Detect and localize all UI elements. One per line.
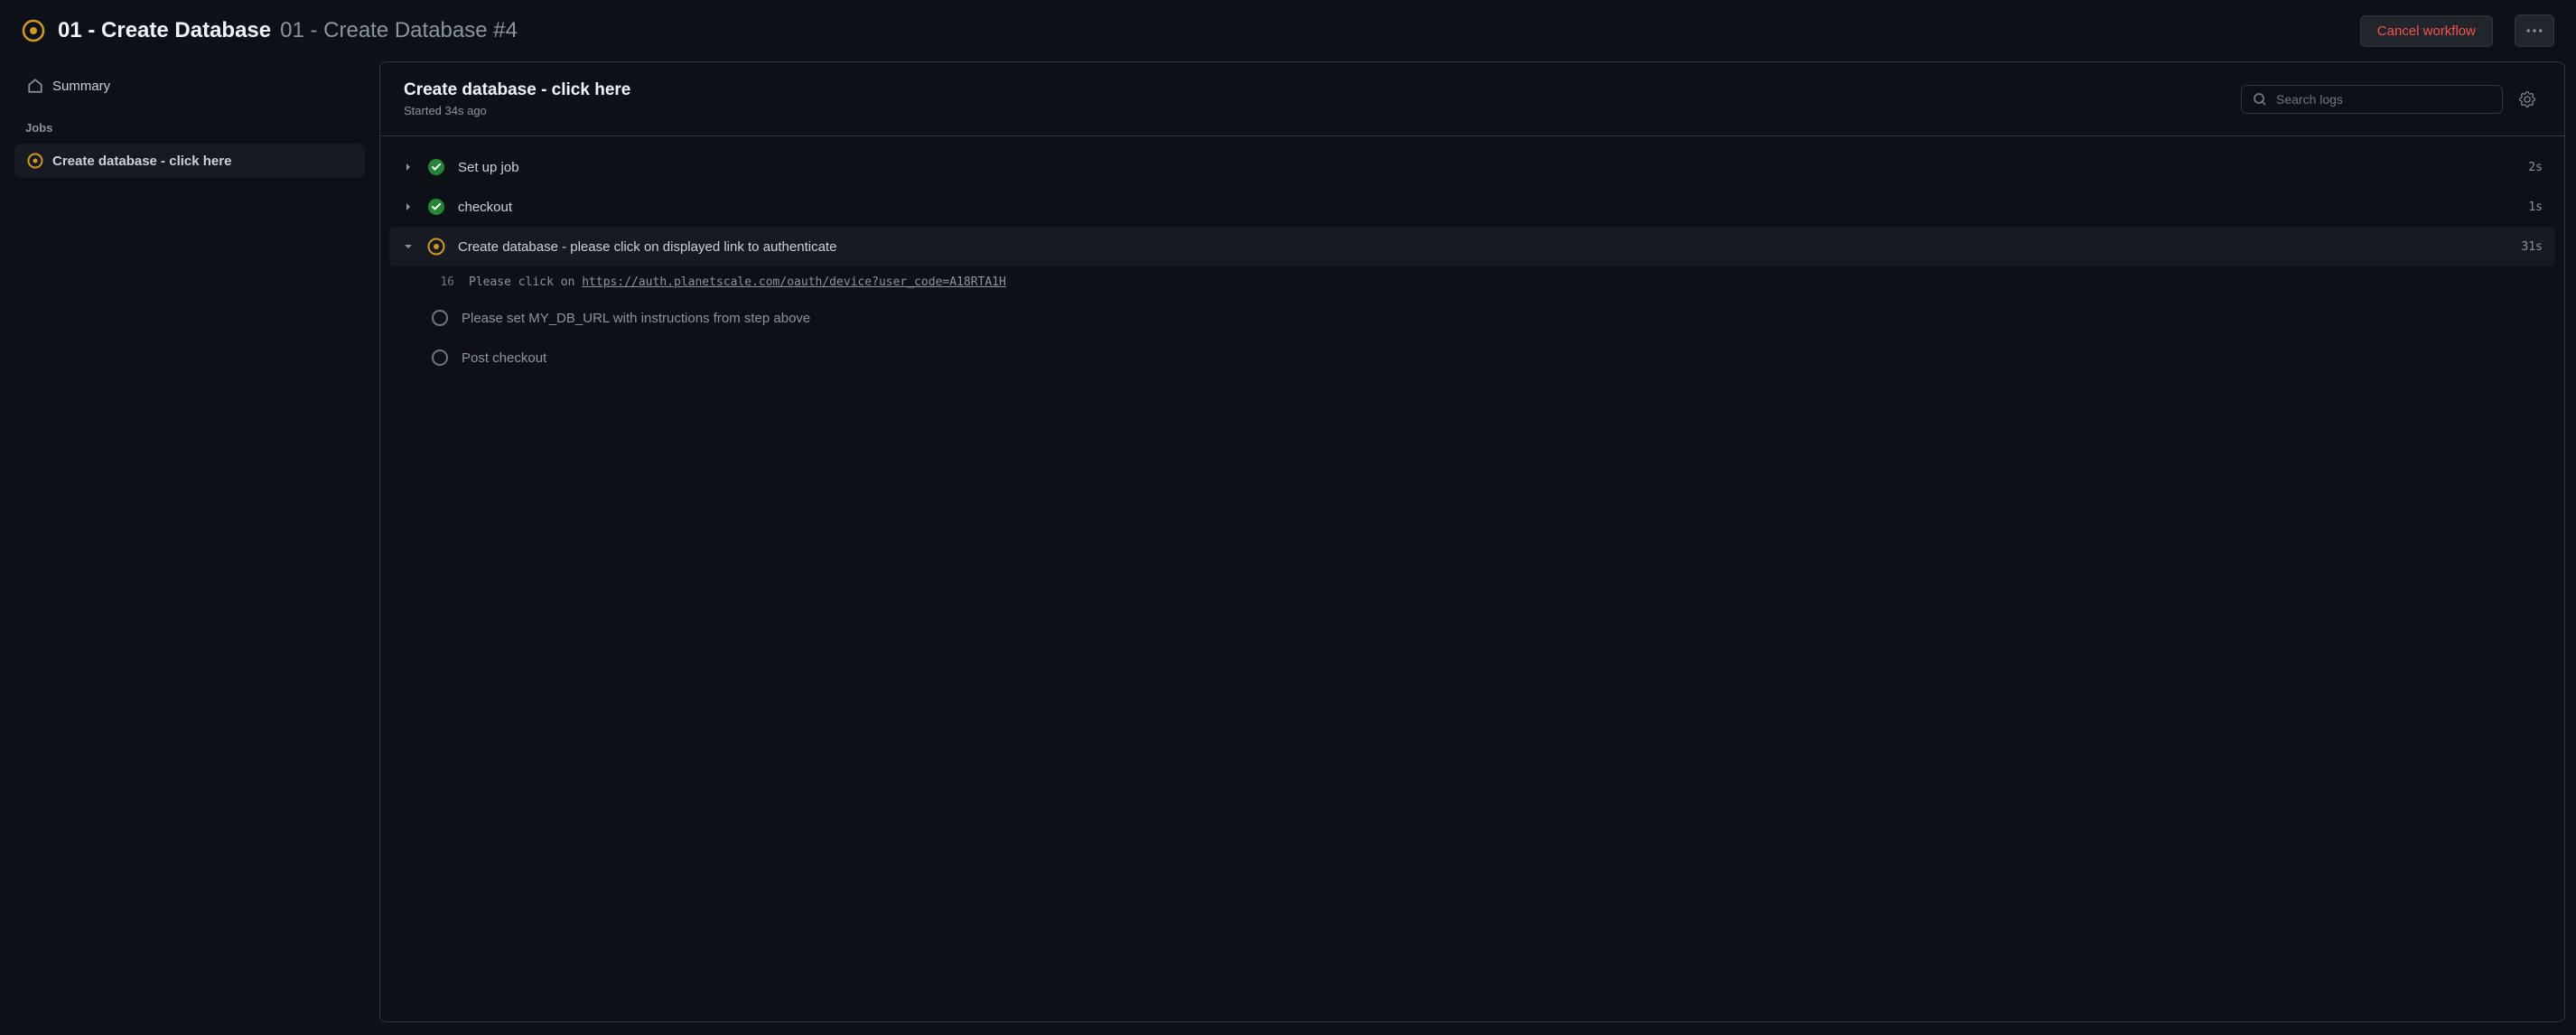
- auth-link[interactable]: https://auth.planetscale.com/oauth/devic…: [582, 275, 1006, 289]
- settings-button[interactable]: [2514, 86, 2541, 113]
- job-title: Create database - click here: [404, 80, 2241, 100]
- circle-icon: [431, 309, 449, 327]
- step-row[interactable]: Create database - please click on displa…: [389, 227, 2555, 266]
- search-icon: [2253, 92, 2267, 107]
- step-label: Create database - please click on displa…: [458, 239, 2509, 255]
- sidebar-item-label: Summary: [52, 79, 110, 94]
- sidebar: Summary Jobs Create database - click her…: [11, 61, 369, 1022]
- success-icon: [427, 198, 445, 216]
- gear-icon: [2519, 91, 2535, 107]
- sidebar-item-job[interactable]: Create database - click here: [14, 144, 365, 178]
- kebab-icon: [2526, 23, 2543, 39]
- step-duration: 1s: [2528, 200, 2543, 214]
- step-row[interactable]: checkout 1s: [389, 187, 2555, 227]
- success-icon: [427, 158, 445, 176]
- more-options-button[interactable]: [2515, 14, 2554, 47]
- circle-icon: [431, 349, 449, 367]
- job-started-time: Started 34s ago: [404, 104, 2241, 117]
- pending-step[interactable]: Please set MY_DB_URL with instructions f…: [389, 298, 2555, 338]
- running-icon: [22, 19, 45, 42]
- panel-header: Create database - click here Started 34s…: [380, 62, 2564, 136]
- pending-step[interactable]: Post checkout: [389, 338, 2555, 378]
- log-line: 16 Please click on https://auth.planetsc…: [389, 266, 2555, 298]
- pending-step-label: Post checkout: [462, 350, 546, 366]
- workflow-name: 01 - Create Database: [58, 18, 271, 43]
- step-row[interactable]: Set up job 2s: [389, 147, 2555, 187]
- sidebar-item-label: Create database - click here: [52, 154, 231, 169]
- steps-list: Set up job 2s checkout 1s: [380, 136, 2564, 388]
- run-name: 01 - Create Database #4: [280, 18, 518, 43]
- step-duration: 31s: [2522, 240, 2543, 254]
- step-label: Set up job: [458, 160, 2515, 175]
- log-line-number: 16: [436, 275, 454, 289]
- search-box[interactable]: [2241, 85, 2503, 114]
- chevron-down-icon: [402, 240, 415, 253]
- log-panel: Create database - click here Started 34s…: [379, 61, 2565, 1022]
- chevron-right-icon: [402, 161, 415, 173]
- search-input[interactable]: [2276, 92, 2491, 107]
- page-header: 01 - Create Database 01 - Create Databas…: [0, 0, 2576, 61]
- page-title: 01 - Create Database 01 - Create Databas…: [58, 18, 518, 43]
- step-duration: 2s: [2528, 161, 2543, 174]
- home-icon: [27, 78, 43, 94]
- log-text: Please click on https://auth.planetscale…: [469, 275, 1006, 289]
- step-label: checkout: [458, 200, 2515, 215]
- running-icon: [427, 238, 445, 256]
- cancel-workflow-button[interactable]: Cancel workflow: [2360, 15, 2493, 47]
- sidebar-item-summary[interactable]: Summary: [14, 69, 365, 103]
- running-icon: [27, 153, 43, 169]
- sidebar-section-jobs: Jobs: [11, 108, 369, 144]
- chevron-right-icon: [402, 200, 415, 213]
- pending-step-label: Please set MY_DB_URL with instructions f…: [462, 311, 810, 326]
